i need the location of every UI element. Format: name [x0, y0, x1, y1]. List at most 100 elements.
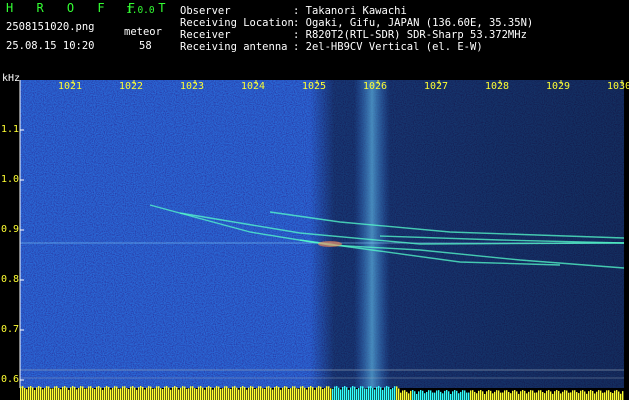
- level-bar: [390, 389, 392, 400]
- level-bar: [600, 390, 602, 400]
- level-bar: [412, 390, 414, 400]
- level-bar: [424, 393, 426, 400]
- level-bar: [534, 392, 536, 400]
- level-bar: [562, 391, 564, 400]
- level-bar: [320, 386, 322, 400]
- level-bar: [48, 386, 50, 400]
- level-bar: [536, 392, 538, 400]
- level-bar: [226, 386, 228, 400]
- receiver-value: : R820T2(RTL-SDR) SDR-Sharp 53.372MHz: [293, 29, 527, 41]
- level-bar: [466, 392, 468, 400]
- meteor-head-echo: [318, 241, 342, 247]
- level-bar: [208, 386, 210, 400]
- level-bar: [28, 386, 30, 400]
- level-bar: [378, 386, 380, 400]
- level-bar: [180, 387, 182, 400]
- level-bar: [550, 391, 552, 400]
- level-bar: [462, 390, 464, 400]
- level-bar: [388, 386, 390, 400]
- level-bar: [218, 386, 220, 400]
- level-bar: [250, 386, 252, 400]
- level-bar: [220, 388, 222, 400]
- level-bar: [228, 388, 230, 400]
- level-bar: [40, 386, 42, 400]
- level-bar: [398, 388, 400, 400]
- level-bar: [156, 386, 158, 400]
- level-bar: [596, 391, 598, 400]
- level-bar: [136, 389, 138, 400]
- level-bar: [92, 388, 94, 400]
- level-bar: [396, 386, 398, 400]
- level-bar: [480, 390, 482, 400]
- level-bar: [170, 389, 172, 400]
- level-bar: [20, 386, 22, 400]
- level-bar: [428, 390, 430, 400]
- level-bar: [206, 387, 208, 400]
- level-bar: [482, 391, 484, 400]
- level-bar: [548, 390, 550, 400]
- level-bar: [126, 388, 128, 400]
- level-bar: [100, 387, 102, 400]
- level-bar: [526, 393, 528, 400]
- level-bar: [326, 386, 328, 400]
- level-bar: [122, 386, 124, 400]
- level-bar: [152, 388, 154, 400]
- level-bar: [406, 391, 408, 400]
- level-bar: [394, 386, 396, 400]
- level-bar: [506, 390, 508, 400]
- level-bar: [350, 387, 352, 400]
- x-tick-label: 1022: [119, 81, 144, 92]
- level-bar: [254, 388, 256, 400]
- level-bar: [546, 390, 548, 400]
- level-bar: [284, 386, 286, 400]
- level-bar: [420, 390, 422, 400]
- y-tick-label: 0.9: [1, 224, 20, 235]
- level-bar: [358, 388, 360, 400]
- level-bar: [346, 387, 348, 400]
- level-bar: [450, 393, 452, 400]
- level-bar: [236, 387, 238, 400]
- level-bar: [456, 390, 458, 400]
- level-bar: [184, 386, 186, 400]
- level-bar: [282, 387, 284, 400]
- level-bar: [448, 391, 450, 400]
- level-bar: [332, 388, 334, 400]
- level-bar: [74, 386, 76, 400]
- level-bar: [138, 387, 140, 400]
- level-bar: [134, 387, 136, 400]
- level-bar: [30, 386, 32, 400]
- level-bar: [112, 387, 114, 400]
- level-bar: [594, 393, 596, 400]
- level-bar: [158, 386, 160, 400]
- level-bar: [458, 393, 460, 400]
- receiver-label: Receiver: [180, 29, 231, 41]
- level-bar: [572, 390, 574, 400]
- level-bar: [344, 386, 346, 400]
- level-bar: [608, 390, 610, 400]
- level-bar: [198, 386, 200, 400]
- level-bar: [384, 387, 386, 400]
- app-version: 1.0.0: [126, 5, 155, 16]
- level-bar: [492, 393, 494, 400]
- level-bar: [248, 387, 250, 400]
- level-bar: [298, 388, 300, 400]
- level-bar: [374, 389, 376, 400]
- level-bar: [150, 386, 152, 400]
- level-bar: [368, 386, 370, 400]
- level-bar: [414, 391, 416, 400]
- level-bar: [574, 390, 576, 400]
- axis-unit-label: kHz: [2, 73, 21, 84]
- level-bar: [176, 386, 178, 400]
- level-bar: [422, 390, 424, 400]
- level-bar: [364, 388, 366, 400]
- level-bar: [280, 389, 282, 400]
- level-bar: [620, 393, 622, 400]
- level-bar: [558, 390, 560, 400]
- level-bar: [402, 390, 404, 400]
- level-bar: [478, 390, 480, 400]
- level-bar: [616, 390, 618, 400]
- level-bar: [356, 389, 358, 400]
- level-bar: [204, 389, 206, 400]
- level-bar: [98, 386, 100, 400]
- level-bar: [124, 386, 126, 400]
